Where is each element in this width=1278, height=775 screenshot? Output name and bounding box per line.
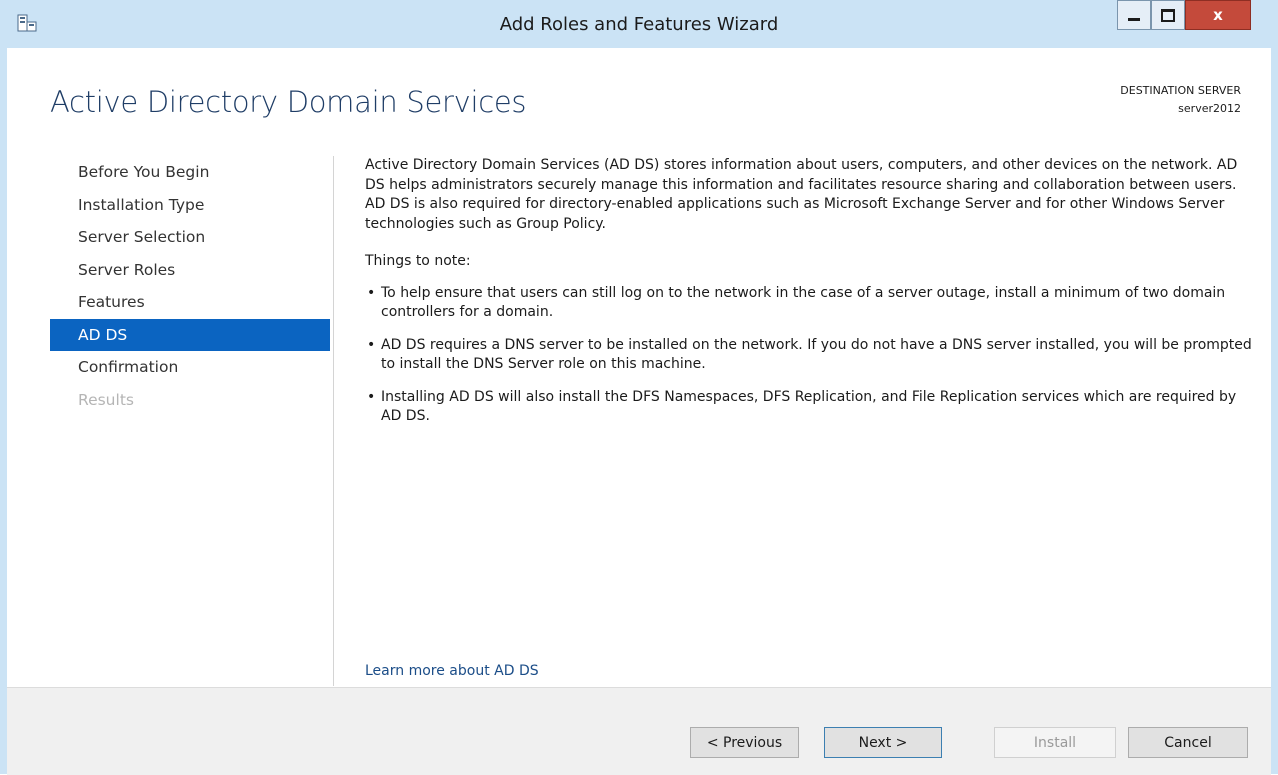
nav-item-confirmation[interactable]: Confirmation xyxy=(50,351,330,384)
window-title: Add Roles and Features Wizard xyxy=(499,14,779,35)
nav-item-installation-type[interactable]: Installation Type xyxy=(50,189,330,222)
wizard-footer: < Previous Next > Install Cancel xyxy=(7,687,1271,775)
bullet-icon: • xyxy=(367,284,376,301)
minimize-icon xyxy=(1128,17,1140,21)
nav-divider xyxy=(333,156,334,686)
wizard-nav: Before You Begin Installation Type Serve… xyxy=(50,156,330,416)
nav-item-results: Results xyxy=(78,390,134,409)
nav-item-server-roles[interactable]: Server Roles xyxy=(50,254,330,287)
note-text: AD DS requires a DNS server to be instal… xyxy=(381,336,1252,373)
list-item: • To help ensure that users can still lo… xyxy=(365,284,1255,323)
description-text: Active Directory Domain Services (AD DS)… xyxy=(365,157,1238,232)
note-text: To help ensure that users can still log … xyxy=(381,284,1226,321)
main-panel: Active Directory Domain Services (AD DS)… xyxy=(365,156,1255,440)
previous-button[interactable]: < Previous xyxy=(690,727,799,758)
list-item: • Installing AD DS will also install the… xyxy=(365,388,1255,427)
close-button[interactable]: x xyxy=(1185,0,1251,30)
minimize-button[interactable] xyxy=(1117,0,1151,30)
nav-item-before-you-begin[interactable]: Before You Begin xyxy=(50,156,330,189)
cancel-button[interactable]: Cancel xyxy=(1128,727,1248,758)
list-item: • AD DS requires a DNS server to be inst… xyxy=(365,336,1255,375)
nav-item-server-selection[interactable]: Server Selection xyxy=(50,221,330,254)
install-button: Install xyxy=(994,727,1116,758)
title-bar[interactable]: Add Roles and Features Wizard x xyxy=(7,0,1271,48)
notes-list: • To help ensure that users can still lo… xyxy=(365,284,1255,427)
maximize-icon xyxy=(1161,8,1175,22)
note-text: Installing AD DS will also install the D… xyxy=(381,388,1237,425)
nav-item-features[interactable]: Features xyxy=(50,286,330,319)
learn-more-link[interactable]: Learn more about AD DS xyxy=(365,663,539,679)
nav-item-ad-ds[interactable]: AD DS xyxy=(50,318,330,351)
next-button[interactable]: Next > xyxy=(824,727,942,758)
bullet-icon: • xyxy=(367,388,376,405)
maximize-button[interactable] xyxy=(1151,0,1185,30)
bullet-icon: • xyxy=(367,336,376,353)
things-to-note-heading: Things to note: xyxy=(365,253,471,269)
close-icon: x xyxy=(1213,6,1223,24)
page-title: Active Directory Domain Services xyxy=(50,85,527,119)
destination-server-name: server2012 xyxy=(1178,102,1241,115)
destination-server-label: DESTINATION SERVER xyxy=(1120,84,1241,97)
wizard-window: Add Roles and Features Wizard x Active D… xyxy=(0,0,1278,775)
wizard-content: Active Directory Domain Services DESTINA… xyxy=(7,48,1271,687)
